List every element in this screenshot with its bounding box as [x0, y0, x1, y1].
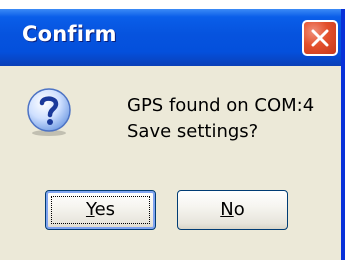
close-icon — [311, 29, 329, 47]
confirm-dialog: Confirm GPS found on COM:4 Save settings… — [0, 9, 345, 260]
title-bar[interactable]: Confirm — [0, 9, 341, 66]
message-text: GPS found on COM:4 — [127, 95, 315, 116]
yes-button[interactable]: Yes — [45, 190, 156, 230]
question-icon — [27, 88, 71, 136]
focus-rectangle — [51, 196, 150, 224]
close-button[interactable] — [302, 20, 338, 56]
no-mnemonic: N — [220, 199, 234, 220]
message-question: Save settings? — [127, 121, 259, 142]
window-title: Confirm — [22, 22, 117, 46]
no-label-rest: o — [233, 199, 245, 220]
background-strip — [0, 0, 345, 9]
no-button[interactable]: No — [177, 190, 288, 230]
